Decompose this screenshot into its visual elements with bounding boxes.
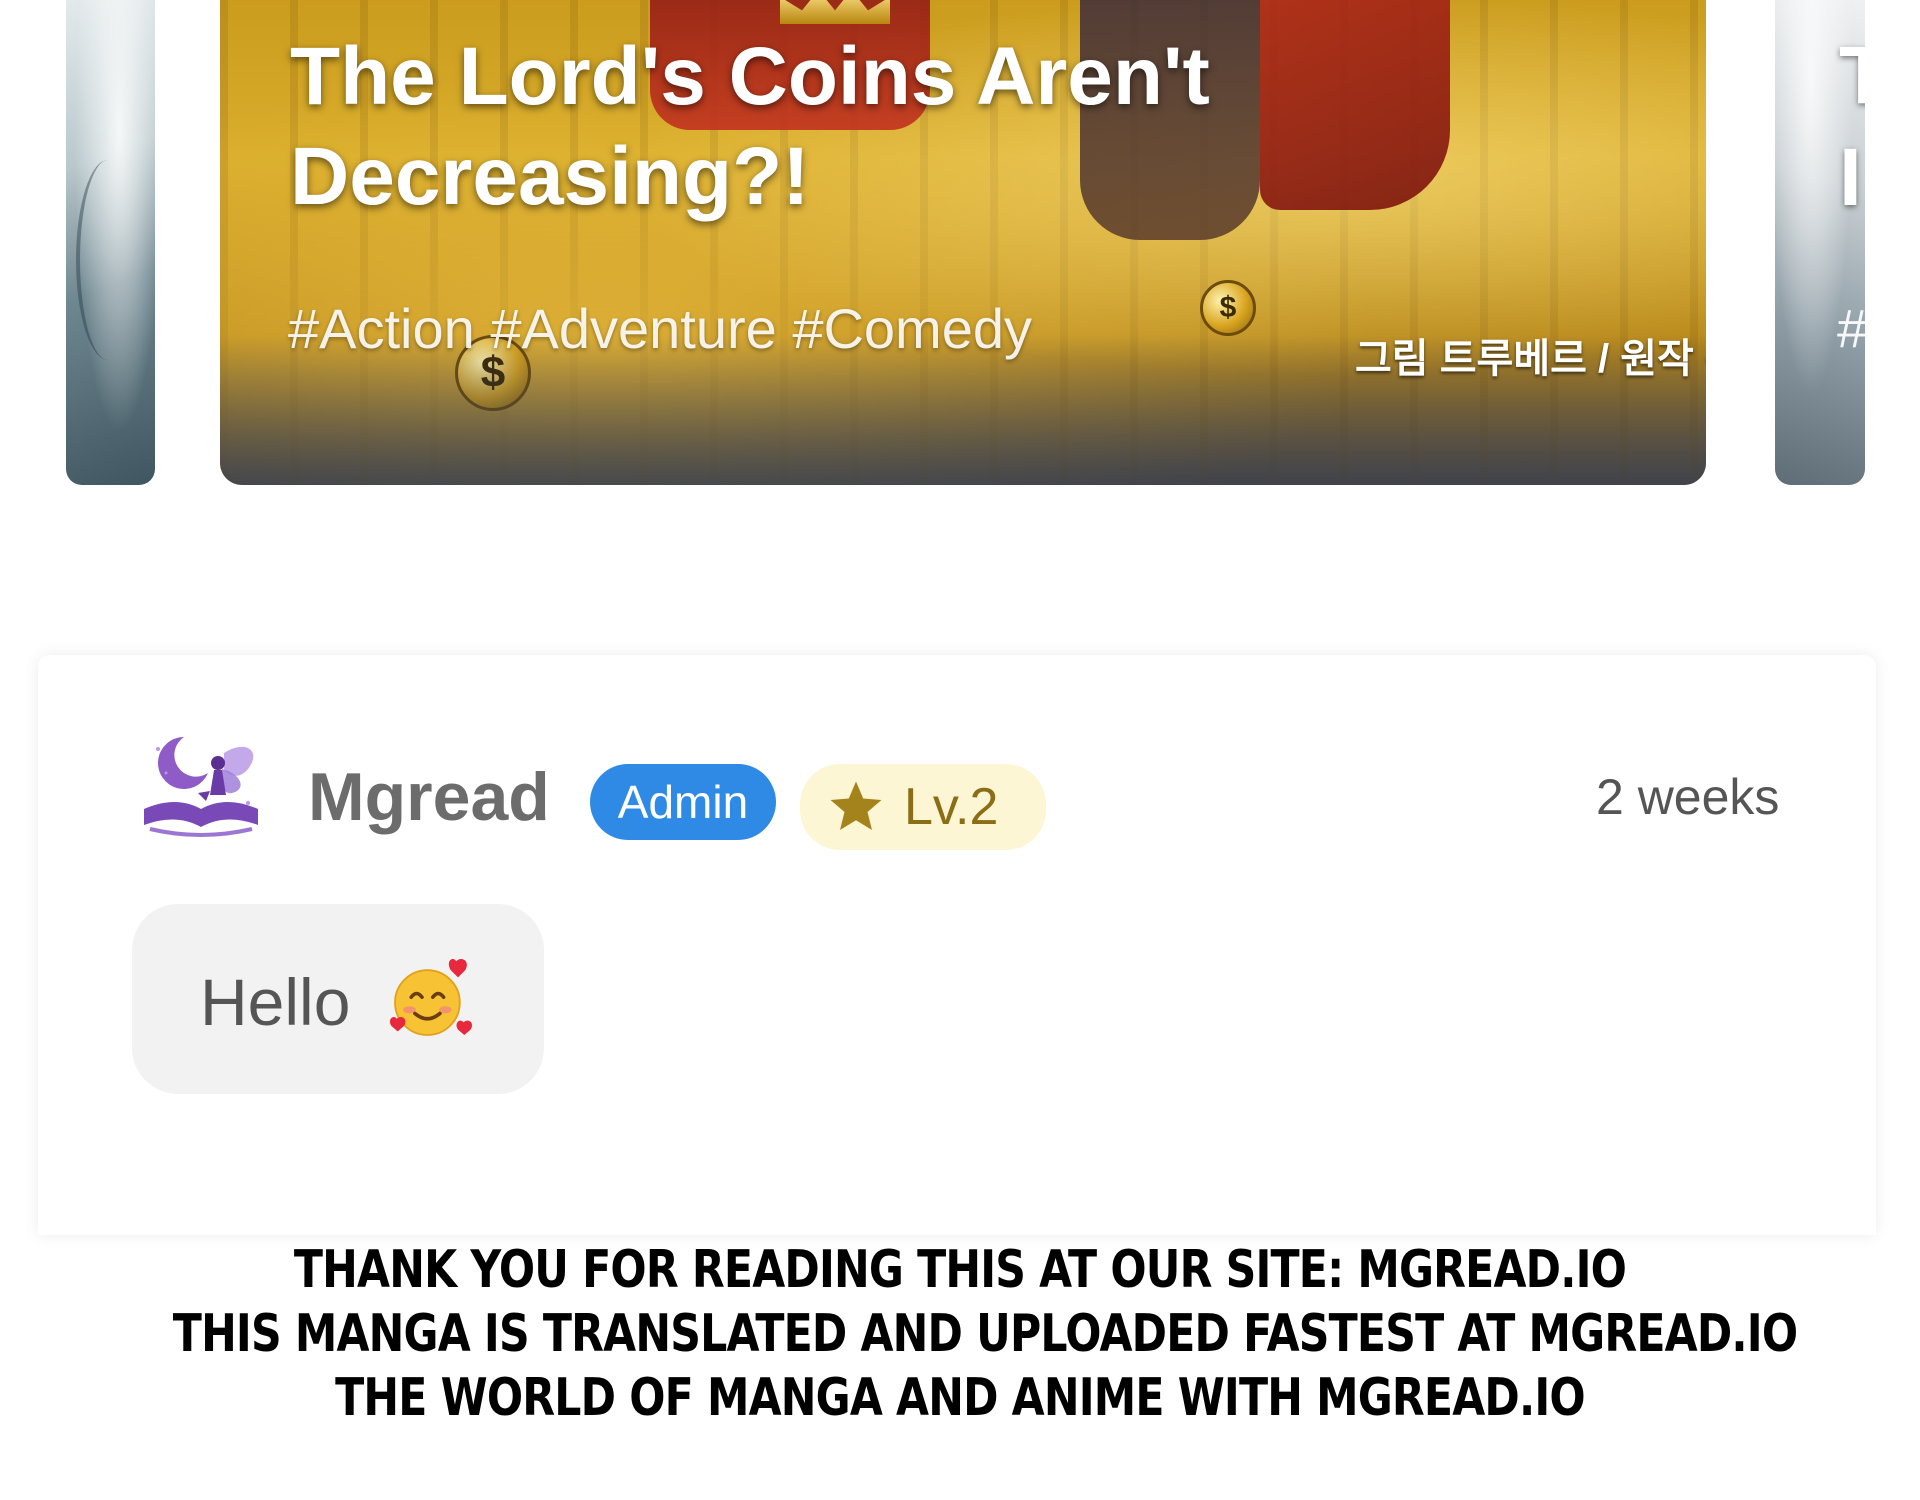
comic-title[interactable]: The Lord's Coins Aren't Decreasing?! bbox=[290, 27, 1490, 227]
footer-line-2: THIS MANGA IS TRANSLATED AND UPLOADED FA… bbox=[172, 1304, 1798, 1364]
footer-line-1: THANK YOU FOR READING THIS AT OUR SITE: … bbox=[293, 1240, 1627, 1300]
comment-text: Hello bbox=[200, 965, 351, 1039]
level-label: Lv.2 bbox=[904, 778, 999, 836]
carousel-card-previous[interactable] bbox=[66, 0, 155, 485]
smiling-face-with-hearts-emoji bbox=[389, 959, 473, 1036]
admin-badge: Admin bbox=[590, 764, 776, 840]
site-footer: THANK YOU FOR READING THIS AT OUR SITE: … bbox=[0, 1238, 1920, 1430]
comment-timestamp: 2 weeks bbox=[1596, 769, 1780, 825]
level-badge: Lv.2 bbox=[800, 764, 1046, 850]
comic-carousel: $ $ 그림 트루베르 / 원작 목현 The Lord's Coins Are… bbox=[0, 0, 1920, 487]
comment-username[interactable]: Mgread bbox=[308, 757, 550, 837]
page: $ $ 그림 트루베르 / 원작 목현 The Lord's Coins Are… bbox=[0, 0, 1920, 1500]
carousel-card-next[interactable]: T I # bbox=[1775, 0, 1865, 485]
next-card-title-line2: I bbox=[1839, 132, 1862, 223]
cover-credit: 그림 트루베르 / 원작 목현 bbox=[1355, 337, 1706, 381]
next-card-title: T bbox=[1839, 30, 1865, 121]
footer-line-3: THE WORLD OF MANGA AND ANIME WITH MGREAD… bbox=[335, 1368, 1586, 1428]
coin-icon: $ bbox=[1200, 280, 1256, 336]
carousel-card-main[interactable]: $ $ 그림 트루베르 / 원작 목현 The Lord's Coins Are… bbox=[220, 0, 1706, 485]
fairy-reading-book-avatar[interactable] bbox=[136, 733, 266, 843]
comment-bubble: Hello bbox=[132, 904, 544, 1094]
next-card-tags: # bbox=[1837, 299, 1865, 359]
star-icon bbox=[830, 781, 882, 830]
comic-tags: #Action #Adventure #Comedy bbox=[288, 297, 1032, 360]
